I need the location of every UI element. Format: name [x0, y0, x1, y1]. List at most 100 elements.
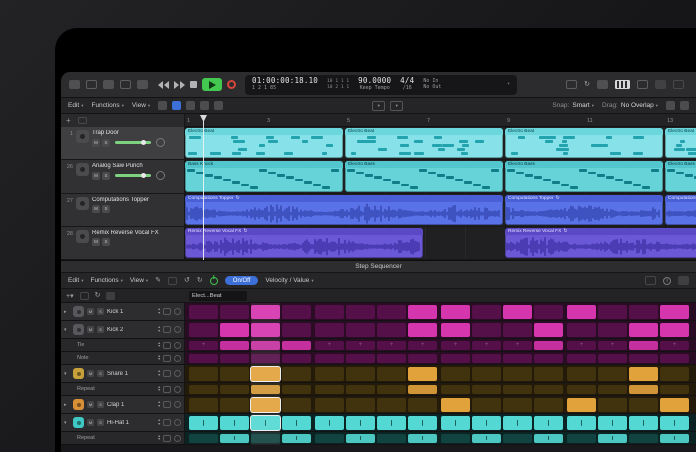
step-cell[interactable] — [408, 398, 437, 412]
step-cell[interactable] — [377, 434, 406, 443]
step-cell[interactable] — [567, 323, 596, 337]
step-cell[interactable] — [377, 305, 406, 319]
lcd-tempo-section[interactable]: 90.0000 Keep Tempo — [358, 77, 391, 91]
disclosure-chevron[interactable]: ▸ — [64, 402, 70, 408]
step-cell[interactable] — [503, 305, 532, 319]
snap-value[interactable]: Smart — [572, 102, 594, 109]
pointer-tool-icon[interactable] — [158, 101, 167, 110]
solo-button[interactable]: S — [102, 238, 110, 246]
step-cell[interactable] — [377, 367, 406, 381]
pencil-tool-icon[interactable] — [186, 101, 195, 110]
step-cell[interactable] — [660, 416, 689, 430]
add-track-button[interactable]: + — [66, 116, 71, 125]
track-lane[interactable]: Electro BeatElectro BeatElectro BeatElec… — [185, 127, 696, 159]
region[interactable]: Electro Beat — [185, 128, 343, 158]
step-cell[interactable] — [315, 305, 344, 319]
step-cell[interactable] — [629, 416, 658, 430]
forward-button[interactable] — [174, 81, 185, 89]
step-cell[interactable] — [315, 434, 344, 443]
step-cell[interactable] — [346, 398, 375, 412]
step-cell[interactable] — [441, 354, 470, 363]
step-cell[interactable] — [472, 434, 501, 443]
step-cell[interactable] — [408, 305, 437, 319]
step-cell[interactable] — [251, 416, 280, 430]
row-mute-button[interactable]: M — [87, 419, 94, 426]
step-cell[interactable] — [315, 416, 344, 430]
row-mute-button[interactable]: M — [87, 326, 94, 333]
region[interactable]: Computations Topper↻ — [185, 195, 503, 225]
record-button[interactable] — [227, 80, 236, 89]
step-cell[interactable] — [472, 416, 501, 430]
solo-button[interactable]: S — [102, 139, 110, 147]
row-value-stepper[interactable]: ▴▾ — [158, 355, 160, 362]
info-icon[interactable]: i — [663, 277, 671, 285]
zoom-tool-icon[interactable] — [214, 101, 223, 110]
step-cell[interactable] — [282, 341, 311, 350]
step-cell[interactable] — [251, 354, 280, 363]
solo-button[interactable]: S — [102, 172, 110, 180]
step-cell[interactable] — [629, 434, 658, 443]
step-cell[interactable] — [629, 367, 658, 381]
catch-playhead-icon[interactable] — [172, 101, 181, 110]
inspector-icon[interactable] — [86, 80, 97, 89]
step-cell[interactable] — [251, 398, 280, 412]
step-cell[interactable] — [472, 398, 501, 412]
step-cell[interactable] — [660, 398, 689, 412]
step-cell[interactable] — [346, 367, 375, 381]
region[interactable]: Computations Topper↻ — [665, 195, 696, 225]
step-cell[interactable] — [567, 385, 596, 394]
step-cell[interactable] — [534, 341, 563, 350]
region[interactable]: Remix Reverse Vocal FX↻ — [185, 228, 423, 258]
row-grid-icon[interactable] — [163, 401, 171, 408]
track-row[interactable]: 27Computations TopperMSComputations Topp… — [61, 194, 696, 227]
step-cell[interactable] — [408, 323, 437, 337]
track-lane[interactable]: Remix Reverse Vocal FX↻Remix Reverse Voc… — [185, 227, 696, 259]
row-dial-icon[interactable] — [174, 370, 181, 377]
step-cell[interactable] — [567, 434, 596, 443]
row-value-stepper[interactable]: ▴▾ — [158, 419, 160, 426]
row-grid-icon[interactable] — [163, 419, 171, 426]
editors-icon[interactable] — [137, 80, 148, 89]
solo-button[interactable]: S — [102, 205, 110, 213]
row-grid-icon[interactable] — [163, 308, 171, 315]
step-cell[interactable] — [534, 398, 563, 412]
step-cell[interactable] — [534, 305, 563, 319]
region[interactable]: Electro Beat — [505, 128, 663, 158]
cmd-click-tool-selector[interactable]: ▾ — [390, 101, 403, 111]
row-grid-icon[interactable] — [163, 326, 171, 333]
step-cell[interactable] — [598, 434, 627, 443]
rewind-button[interactable] — [158, 81, 169, 89]
row-grid-icon[interactable] — [163, 370, 171, 377]
row-dial-icon[interactable] — [174, 326, 181, 333]
smart-controls-icon[interactable] — [120, 80, 131, 89]
step-cell[interactable] — [189, 434, 218, 443]
step-cell[interactable] — [660, 385, 689, 394]
seq-edit-menu[interactable]: Edit — [68, 277, 83, 284]
step-cell[interactable]: + — [441, 341, 470, 350]
track-header[interactable]: 26Analog Saw PunchMS — [61, 160, 185, 192]
step-cell[interactable] — [567, 398, 596, 412]
step-cell[interactable] — [220, 341, 249, 350]
row-dial-icon[interactable] — [174, 355, 181, 362]
track-header[interactable]: 1Trap DoorMS — [61, 127, 185, 159]
step-cell[interactable] — [377, 323, 406, 337]
step-cell[interactable] — [503, 385, 532, 394]
play-button[interactable] — [202, 78, 222, 91]
step-cell[interactable] — [472, 305, 501, 319]
sequencer-row-header[interactable]: ▸MSKick 1▴▾ — [61, 303, 185, 320]
sequencer-row-header[interactable]: Repeat▴▾ — [61, 432, 185, 444]
sequencer-row-header[interactable]: Repeat▴▾ — [61, 383, 185, 395]
track-row[interactable]: 1Trap DoorMSElectro BeatElectro BeatElec… — [61, 127, 696, 160]
seq-functions-menu[interactable]: Functions — [90, 277, 122, 284]
row-value-stepper[interactable]: ▴▾ — [158, 308, 160, 315]
row-grid-icon[interactable] — [163, 342, 171, 349]
step-cell[interactable] — [598, 367, 627, 381]
step-cell[interactable] — [189, 385, 218, 394]
step-cell[interactable] — [598, 416, 627, 430]
panel-list-icon[interactable] — [678, 276, 689, 285]
list-editors-icon[interactable] — [655, 80, 666, 89]
pencil-icon[interactable]: ✎ — [155, 277, 161, 284]
step-cell[interactable] — [282, 354, 311, 363]
step-cell[interactable] — [282, 434, 311, 443]
step-cell[interactable] — [534, 416, 563, 430]
